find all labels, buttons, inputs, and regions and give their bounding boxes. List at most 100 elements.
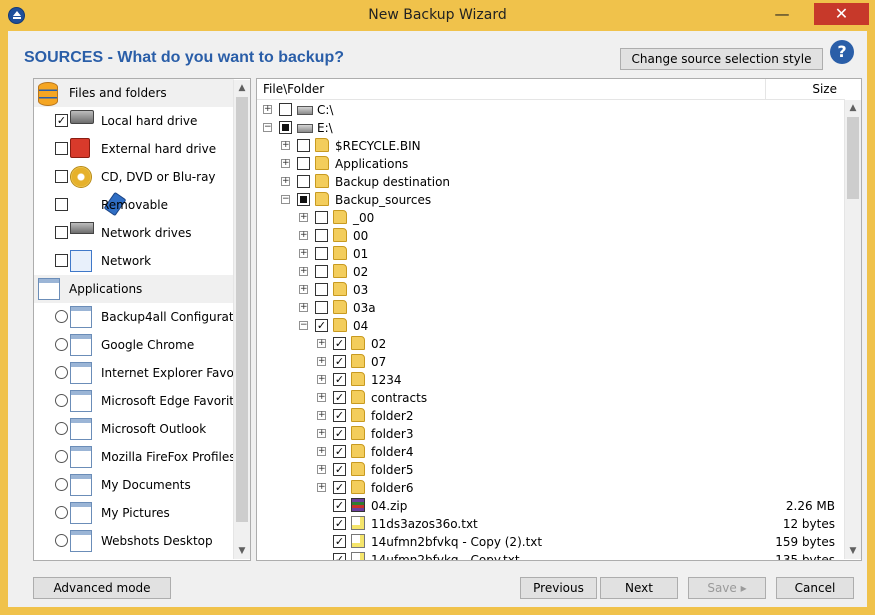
source-group-header[interactable]: Files and folders: [34, 79, 234, 107]
tree-row[interactable]: + C:\: [257, 101, 845, 119]
source-option[interactable]: Removable: [34, 191, 234, 219]
tree-row[interactable]: ✓ 14ufmn2bfvkq - Copy (2).txt 159 bytes: [257, 533, 845, 551]
expand-icon[interactable]: +: [299, 267, 308, 276]
tree-row[interactable]: +00: [257, 227, 845, 245]
tree-checkbox[interactable]: ✓: [333, 553, 346, 560]
expand-icon[interactable]: +: [299, 303, 308, 312]
change-selection-style-button[interactable]: Change source selection style: [620, 48, 823, 70]
previous-button[interactable]: Previous: [520, 577, 597, 599]
tree-checkbox[interactable]: ✓: [315, 319, 328, 332]
source-radio[interactable]: [55, 394, 68, 407]
source-option[interactable]: My Documents: [34, 471, 234, 499]
tree-checkbox[interactable]: [297, 139, 310, 152]
minimize-icon[interactable]: —: [768, 3, 796, 25]
tree-checkbox[interactable]: ✓: [333, 337, 346, 350]
tree-row[interactable]: − Backup_sources: [257, 191, 845, 209]
tree-checkbox[interactable]: ✓: [333, 463, 346, 476]
scroll-down-icon[interactable]: ▼: [234, 543, 250, 559]
left-scrollbar[interactable]: ▲ ▼: [233, 80, 250, 559]
expand-icon[interactable]: +: [299, 231, 308, 240]
source-option[interactable]: Backup4all Configuratio: [34, 303, 244, 331]
cancel-button[interactable]: Cancel: [776, 577, 854, 599]
tree-checkbox[interactable]: ✓: [333, 517, 346, 530]
column-size[interactable]: Size: [812, 82, 837, 96]
source-radio[interactable]: [55, 534, 68, 547]
tree-row[interactable]: ✓ 11ds3azos36o.txt 12 bytes: [257, 515, 845, 533]
help-icon[interactable]: ?: [830, 40, 854, 64]
source-radio[interactable]: [55, 506, 68, 519]
close-window-button[interactable]: ✕: [814, 3, 869, 25]
collapse-icon[interactable]: −: [299, 321, 308, 330]
source-radio[interactable]: [55, 310, 68, 323]
source-option[interactable]: Mozilla FireFox Profiles: [34, 443, 236, 471]
expand-icon[interactable]: +: [263, 105, 272, 114]
source-checkbox[interactable]: [55, 170, 68, 183]
scroll-thumb[interactable]: [847, 117, 859, 199]
tree-checkbox[interactable]: ✓: [333, 499, 346, 512]
title-bar[interactable]: New Backup Wizard — ✕: [0, 0, 875, 31]
tree-row[interactable]: + ✓ folder3: [257, 425, 845, 443]
expand-icon[interactable]: +: [299, 213, 308, 222]
tree-checkbox[interactable]: ✓: [333, 535, 346, 548]
tree-row[interactable]: ✓ 14ufmn2bfvkq - Copy.txt 135 bytes: [257, 551, 845, 560]
tree-checkbox[interactable]: [279, 121, 292, 134]
tree-row[interactable]: + Backup destination: [257, 173, 845, 191]
tree-checkbox[interactable]: [297, 193, 310, 206]
expand-icon[interactable]: +: [317, 339, 326, 348]
scroll-thumb[interactable]: [236, 97, 248, 522]
expand-icon[interactable]: +: [317, 393, 326, 402]
tree-row[interactable]: + _00: [257, 209, 845, 227]
tree-checkbox[interactable]: ✓: [333, 445, 346, 458]
expand-icon[interactable]: +: [317, 411, 326, 420]
column-file-folder[interactable]: File\Folder: [263, 82, 324, 96]
source-checkbox[interactable]: [55, 226, 68, 239]
source-radio[interactable]: [55, 450, 68, 463]
tree-checkbox[interactable]: ✓: [333, 427, 346, 440]
tree-checkbox[interactable]: ✓: [333, 409, 346, 422]
expand-icon[interactable]: +: [317, 357, 326, 366]
tree-checkbox[interactable]: [315, 211, 328, 224]
advanced-mode-button[interactable]: Advanced mode: [33, 577, 171, 599]
tree-row[interactable]: + ✓ folder4: [257, 443, 845, 461]
source-option[interactable]: Network drives: [34, 219, 234, 247]
tree-row[interactable]: ✓ 04.zip 2.26 MB: [257, 497, 845, 515]
expand-icon[interactable]: +: [281, 159, 290, 168]
save-button[interactable]: Save ▸: [688, 577, 766, 599]
tree-row[interactable]: +03: [257, 281, 845, 299]
source-radio[interactable]: [55, 338, 68, 351]
tree-row[interactable]: +03a: [257, 299, 845, 317]
expand-icon[interactable]: +: [281, 177, 290, 186]
tree-row[interactable]: − E:\: [257, 119, 845, 137]
tree-row[interactable]: + ✓ folder5: [257, 461, 845, 479]
tree-row[interactable]: + ✓ 02: [257, 335, 845, 353]
tree-checkbox[interactable]: ✓: [333, 481, 346, 494]
source-option[interactable]: Microsoft Outlook: [34, 415, 234, 443]
tree-row[interactable]: + $RECYCLE.BIN: [257, 137, 845, 155]
tree-row[interactable]: + ✓ contracts: [257, 389, 845, 407]
source-option[interactable]: ✓ Local hard drive: [34, 107, 234, 135]
tree-checkbox[interactable]: [279, 103, 292, 116]
source-radio[interactable]: [55, 478, 68, 491]
source-option[interactable]: Webshots Desktop: [34, 527, 234, 555]
tree-row[interactable]: − ✓ 04: [257, 317, 845, 335]
tree-checkbox[interactable]: ✓: [333, 391, 346, 404]
tree-checkbox[interactable]: [315, 265, 328, 278]
source-checkbox[interactable]: [55, 198, 68, 211]
source-checkbox[interactable]: [55, 142, 68, 155]
tree-row[interactable]: +02: [257, 263, 845, 281]
source-radio[interactable]: [55, 366, 68, 379]
expand-icon[interactable]: +: [317, 465, 326, 474]
tree-checkbox[interactable]: [315, 283, 328, 296]
tree-row[interactable]: + ✓ folder6: [257, 479, 845, 497]
tree-row[interactable]: + ✓ 07: [257, 353, 845, 371]
tree-checkbox[interactable]: [315, 229, 328, 242]
tree-row[interactable]: + Applications: [257, 155, 845, 173]
expand-icon[interactable]: +: [317, 429, 326, 438]
next-button[interactable]: Next: [600, 577, 678, 599]
tree-checkbox[interactable]: [297, 157, 310, 170]
expand-icon[interactable]: +: [317, 375, 326, 384]
tree-scrollbar[interactable]: ▲ ▼: [844, 100, 861, 559]
tree-checkbox[interactable]: [315, 247, 328, 260]
column-divider[interactable]: [765, 79, 766, 99]
source-radio[interactable]: [55, 422, 68, 435]
